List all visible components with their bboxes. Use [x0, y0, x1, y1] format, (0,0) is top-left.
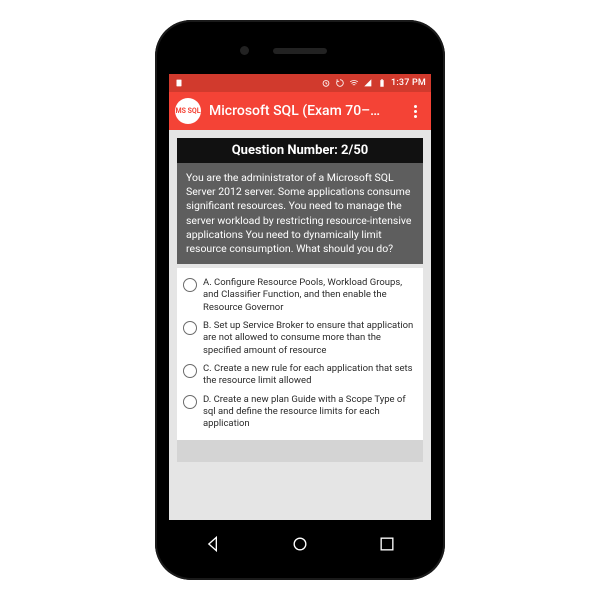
answer-text: C. Create a new rule for each applicatio… [203, 363, 415, 388]
front-camera [240, 46, 249, 55]
question-counter: Question Number: 2/50 [177, 138, 423, 163]
clipboard-icon [174, 78, 184, 88]
nav-bar [169, 526, 431, 562]
sync-icon [335, 78, 345, 88]
content-area: Question Number: 2/50 You are the admini… [169, 130, 431, 520]
wifi-icon [349, 78, 359, 88]
clock-text: 1:37 PM [391, 78, 426, 88]
radio-icon [183, 321, 197, 335]
phone-frame: 1:37 PM MS SQL Microsoft SQL (Exam 70–… … [155, 20, 445, 580]
answer-list: A. Configure Resource Pools, Workload Gr… [177, 268, 423, 440]
answer-option[interactable]: A. Configure Resource Pools, Workload Gr… [179, 274, 419, 317]
screen: 1:37 PM MS SQL Microsoft SQL (Exam 70–… … [169, 74, 431, 520]
bottom-strip [177, 440, 423, 462]
status-bar: 1:37 PM [169, 74, 431, 92]
home-button[interactable] [290, 534, 310, 554]
speaker-grille [273, 48, 327, 54]
answer-text: D. Create a new plan Guide with a Scope … [203, 394, 415, 431]
app-bar: MS SQL Microsoft SQL (Exam 70–… [169, 92, 431, 130]
answer-option[interactable]: B. Set up Service Broker to ensure that … [179, 317, 419, 360]
radio-icon [183, 278, 197, 292]
recents-button[interactable] [377, 534, 397, 554]
radio-icon [183, 395, 197, 409]
answer-text: B. Set up Service Broker to ensure that … [203, 320, 415, 357]
radio-icon [183, 364, 197, 378]
alarm-icon [321, 78, 331, 88]
overflow-menu-button[interactable] [405, 99, 425, 124]
app-title: Microsoft SQL (Exam 70–… [209, 103, 397, 119]
answer-option[interactable]: C. Create a new rule for each applicatio… [179, 360, 419, 391]
signal-icon [363, 78, 373, 88]
battery-icon [377, 78, 387, 88]
app-logo: MS SQL [175, 98, 201, 124]
question-text: You are the administrator of a Microsoft… [177, 163, 423, 264]
back-button[interactable] [203, 534, 223, 554]
answer-option[interactable]: D. Create a new plan Guide with a Scope … [179, 391, 419, 434]
answer-text: A. Configure Resource Pools, Workload Gr… [203, 277, 415, 314]
